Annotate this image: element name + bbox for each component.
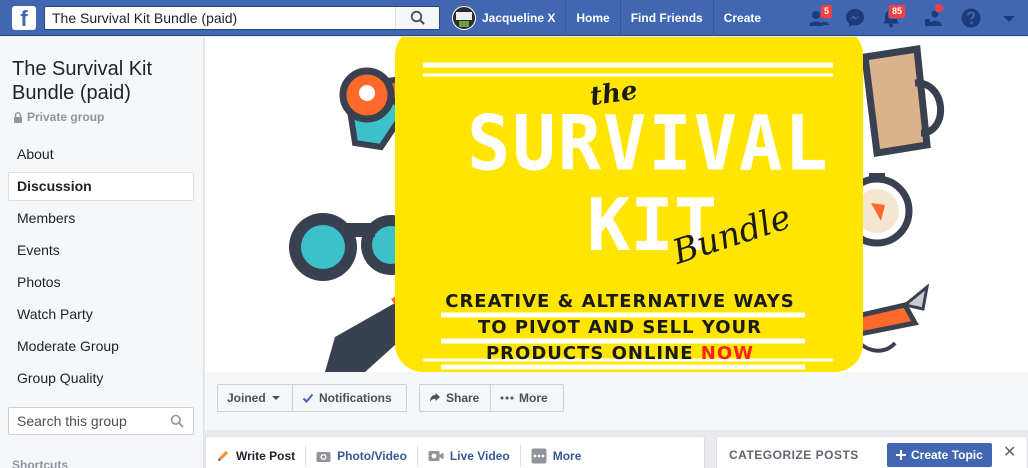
group-name[interactable]: The Survival Kit Bundle (paid) [12,57,192,105]
search-button[interactable] [395,7,439,29]
quick-help-button[interactable] [924,3,946,29]
group-action-bar: Joined Notifications Share More [205,372,1028,430]
find-friends-link[interactable]: Find Friends [619,0,713,36]
search-icon[interactable] [170,414,184,428]
cover-tagline-2: TO PIVOT AND SELL YOUR [477,317,763,338]
cover-title-survival: SURVIVAL [467,98,830,188]
group-nav: About Discussion Members Events Photos W… [8,140,194,396]
thermos-illustration [861,44,945,158]
avatar [452,6,476,30]
share-icon [429,392,441,404]
top-navigation-bar: f Jacqueline X Home Find Friends Create [0,0,1028,36]
notifications-button-group[interactable]: Notifications [292,384,407,412]
cover-tagline-now: NOW [700,343,755,364]
global-search-input[interactable] [52,7,392,29]
account-menu-icon [1003,16,1015,22]
search-icon [410,10,425,25]
group-sidebar: The Survival Kit Bundle (paid) Private g… [0,37,204,468]
notifications-badge: 85 [888,4,907,19]
group-cover-photo[interactable]: the SURVIVAL KIT Bundle CREATIVE & ALTER… [205,37,1028,372]
plus-icon [896,450,906,460]
home-link[interactable]: Home [565,0,619,36]
sidebar-item-members[interactable]: Members [8,204,194,233]
camera-icon [316,450,331,463]
categorize-posts-title: CATEGORIZE POSTS [729,448,859,462]
chevron-down-icon [271,396,280,400]
top-nav-links: Jacqueline X Home Find Friends Create [448,0,771,36]
account-menu-button[interactable] [998,7,1020,29]
more-options-tab[interactable]: More [521,445,592,467]
share-label: Share [446,391,480,405]
close-icon[interactable]: ✕ [1003,445,1016,461]
sidebar-item-watch-party[interactable]: Watch Party [8,300,194,329]
video-camera-icon [428,450,444,462]
profile-name: Jacqueline X [482,11,556,25]
quick-help-dot [934,3,944,13]
photo-video-tab[interactable]: Photo/Video [306,445,418,467]
categorize-posts-panel: CATEGORIZE POSTS Create Topic ✕ [716,436,1028,468]
group-privacy-label: Private group [27,110,105,124]
messenger-icon [846,9,864,27]
friend-requests-button[interactable]: 5 [808,4,834,29]
profile-link[interactable]: Jacqueline X [448,0,565,36]
live-video-label: Live Video [449,449,510,463]
sidebar-item-moderate-group[interactable]: Moderate Group [8,332,194,361]
help-icon [961,8,981,28]
joined-label: Joined [227,391,266,405]
cover-tagline-3-text: PRODUCTS ONLINE [485,343,694,364]
create-topic-button[interactable]: Create Topic [887,443,992,467]
write-post-tab[interactable]: Write Post [206,445,307,467]
write-post-label: Write Post [236,449,296,463]
more-label: More [519,391,548,405]
help-button[interactable] [960,7,982,29]
more-icon [531,448,547,464]
more-options-label: More [552,449,582,463]
global-search [44,6,440,30]
cover-tagline-1: CREATIVE & ALTERNATIVE WAYS [445,291,795,312]
create-link[interactable]: Create [712,0,771,36]
live-video-tab[interactable]: Live Video [418,445,521,467]
joined-button[interactable]: Joined [217,384,293,412]
group-search-input[interactable] [17,408,167,434]
check-icon [302,392,314,404]
shortcuts-heading: Shortcuts [12,458,69,468]
cover-tagline-3: PRODUCTS ONLINE NOW [420,343,820,364]
share-button[interactable]: Share [419,384,491,412]
sidebar-item-discussion[interactable]: Discussion [8,172,194,201]
sidebar-item-photos[interactable]: Photos [8,268,194,297]
more-icon [500,396,514,400]
more-button[interactable]: More [490,384,564,412]
create-topic-label: Create Topic [911,448,983,462]
notifications-label: Notifications [319,391,392,405]
friend-requests-badge: 5 [820,4,834,19]
facebook-logo[interactable]: f [12,6,36,31]
lock-icon [14,111,22,123]
group-privacy: Private group [13,110,104,124]
notifications-button[interactable]: 85 [880,4,907,29]
sidebar-item-group-quality[interactable]: Group Quality [8,364,194,393]
group-search [8,407,194,435]
pencil-icon [216,449,230,463]
sidebar-item-about[interactable]: About [8,140,194,169]
messenger-button[interactable] [844,7,866,29]
photo-video-label: Photo/Video [337,449,407,463]
post-composer-tabs: Write Post Photo/Video Live Video More [205,436,705,468]
sidebar-item-events[interactable]: Events [8,236,194,265]
